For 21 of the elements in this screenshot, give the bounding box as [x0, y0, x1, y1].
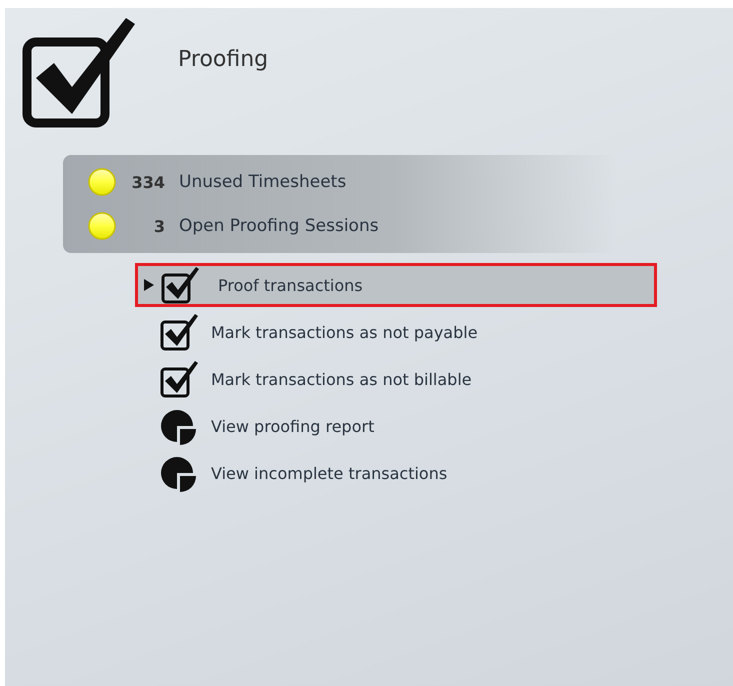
checkbox-icon — [160, 265, 200, 305]
status-label: Open Proofing Sessions — [179, 216, 379, 236]
task-label: Mark transactions as not payable — [211, 322, 478, 342]
task-item[interactable]: View incomplete transactions — [135, 451, 450, 495]
status-count: 334 — [130, 172, 165, 192]
task-label: Mark transactions as not billable — [211, 370, 472, 388]
task-item[interactable]: View proofing report — [135, 404, 378, 448]
task-item[interactable]: Proof transactions — [135, 263, 657, 307]
status-light-icon — [87, 167, 117, 197]
status-count: 3 — [152, 216, 165, 236]
task-item[interactable]: Mark transactions as not billable — [135, 357, 475, 401]
pointer-arrow-icon — [144, 279, 154, 291]
task-item[interactable]: Mark transactions as not payable — [135, 310, 481, 354]
page-title: Proofing — [178, 47, 268, 72]
status-light-icon — [87, 211, 117, 241]
task-label: View proofing report — [211, 416, 374, 436]
task-label: Proof transactions — [218, 276, 363, 294]
task-label: View incomplete transactions — [211, 464, 448, 482]
checkbox-icon — [159, 312, 199, 352]
checkbox-icon — [159, 359, 199, 399]
status-label: Unused Timesheets — [179, 172, 346, 192]
